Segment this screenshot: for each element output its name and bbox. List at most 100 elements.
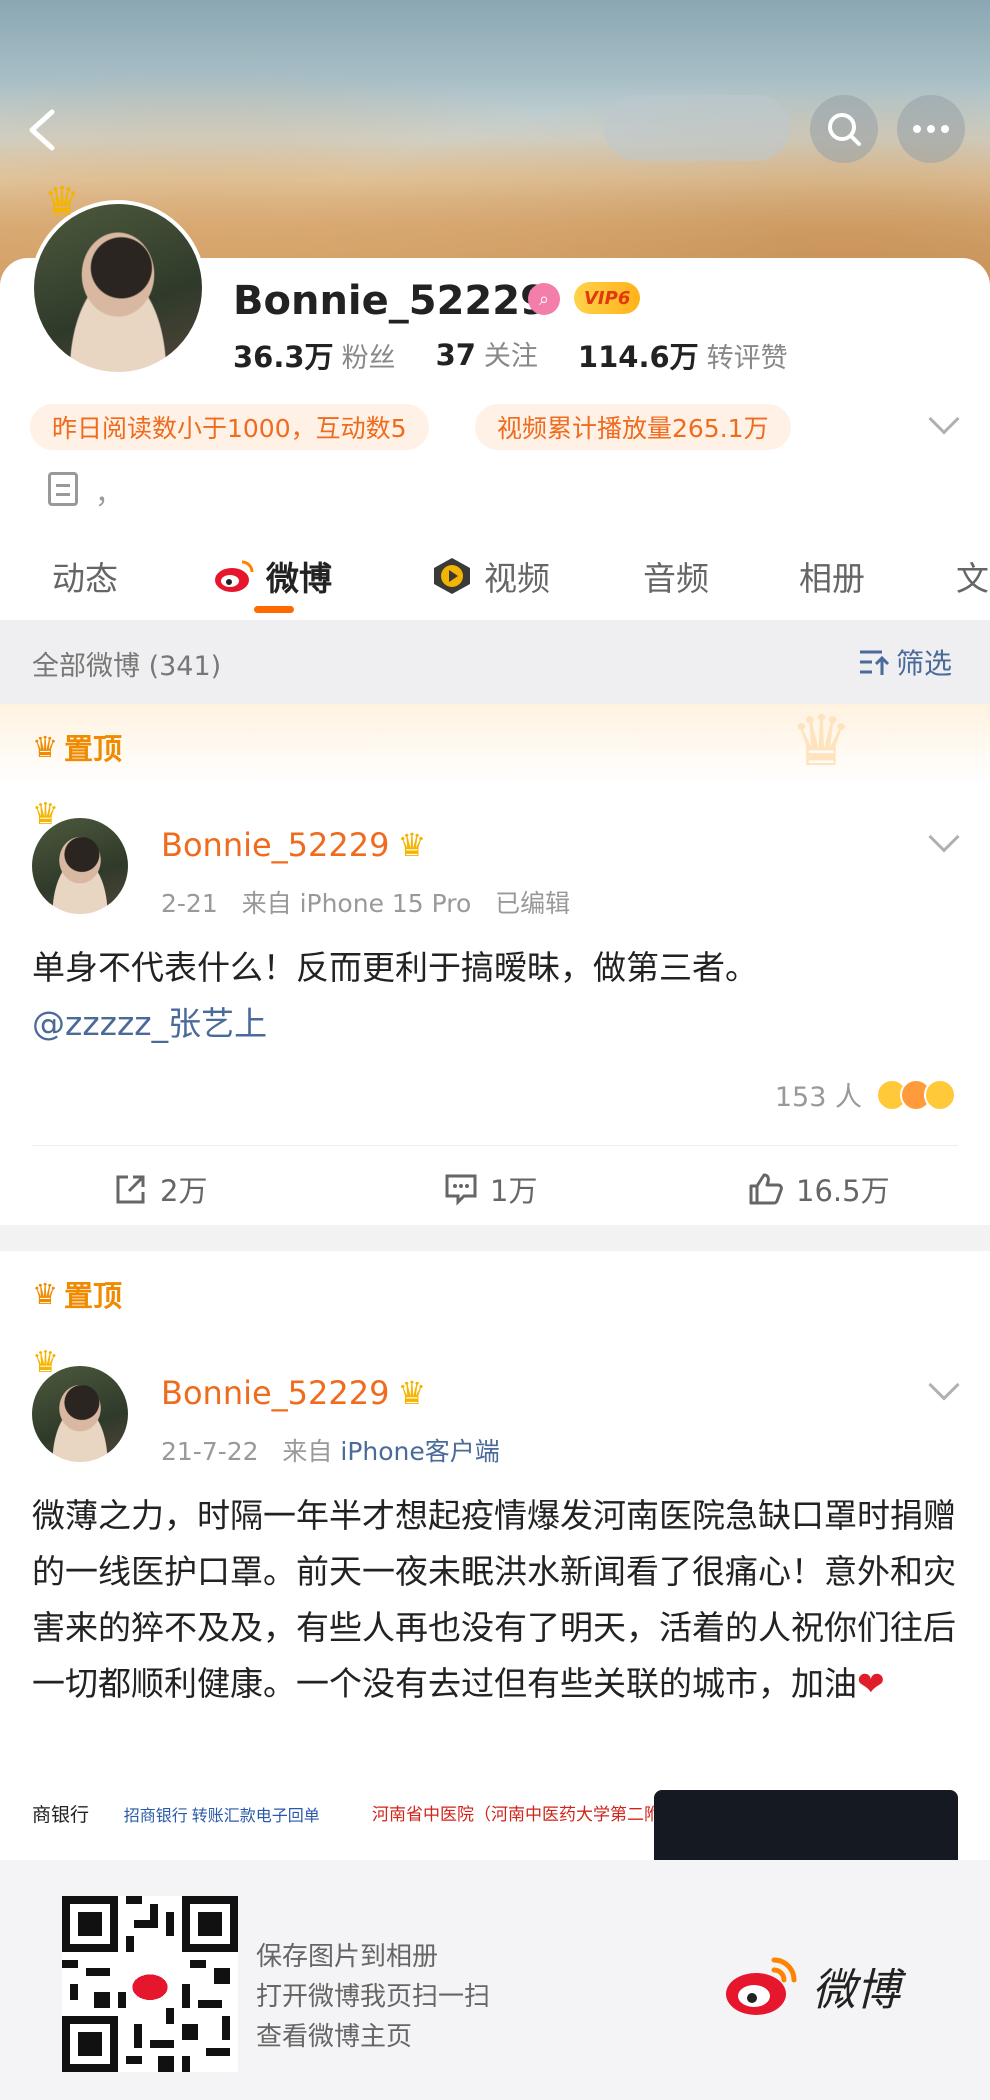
author-name: Bonnie_52229 — [161, 826, 390, 864]
weibo-logo-icon — [726, 1957, 797, 2015]
filter-icon — [860, 650, 890, 675]
emoji-icons — [876, 1078, 956, 1111]
more-icon[interactable] — [897, 95, 965, 163]
following-count: 37 — [435, 338, 476, 372]
tab-label: 视频 — [484, 559, 550, 598]
vip-label: VIP6 — [584, 287, 631, 309]
reaction-count: 153 人 — [774, 1082, 862, 1113]
crown-icon: ♛ — [44, 179, 80, 225]
pinned-label: ♛ 置顶 — [32, 1273, 122, 1315]
like-button[interactable]: 16.5万 — [748, 1168, 890, 1210]
post-images: 商银行 招商银行 转账汇款电子回单 河南省中医院（河南中医药大学第二附属医院） — [32, 1790, 958, 1860]
followers-label: 粉丝 — [341, 343, 396, 374]
following-stat[interactable]: 37 关注 — [436, 334, 538, 376]
surprise-emoji-icon — [924, 1078, 956, 1111]
post-text: 微薄之力，时隔一年半才想起疫情爆发河南医院急缺口罩时捐赠的一线医护口罩。前天一夜… — [32, 1488, 962, 1712]
crown-icon: ♛ — [32, 797, 59, 832]
qr-instruction-home: 查看微博主页 — [256, 2022, 413, 2052]
pinned-bar: ♛ 置顶 ♛ — [0, 704, 990, 784]
crown-icon: ♛ — [32, 1345, 59, 1380]
tab-label: 文 — [956, 559, 989, 598]
pinned-text: 置顶 — [64, 1279, 123, 1313]
tab-label: 微博 — [266, 559, 332, 598]
heart-icon: ❤ — [857, 1664, 885, 1703]
post-author[interactable]: Bonnie_52229 ♛ — [161, 826, 426, 864]
crown-icon: ♛ — [32, 1277, 58, 1311]
post-meta: 2-21 来自 iPhone 15 Pro 已编辑 — [161, 884, 570, 920]
post-date: 2-21 — [161, 889, 218, 918]
back-icon[interactable] — [22, 100, 62, 160]
followers-count: 36.3万 — [233, 340, 334, 374]
qr-instruction-scan: 打开微博我页扫一扫 — [256, 1982, 491, 2012]
tab-weibo[interactable]: 微博 — [212, 552, 332, 600]
post-image-bank[interactable]: 商银行 招商银行 转账汇款电子回单 — [32, 1800, 352, 1860]
post-avatar[interactable] — [32, 1366, 128, 1462]
following-label: 关注 — [483, 341, 538, 372]
post-date: 21-7-22 — [161, 1437, 259, 1466]
tab-label: 音频 — [643, 559, 709, 598]
like-count: 16.5万 — [796, 1174, 890, 1208]
post-body: 单身不代表什么！反而更利于搞暧昧，做第三者。 — [32, 948, 758, 987]
interactions-label: 转评赞 — [706, 343, 788, 374]
pinned-text: 置顶 — [64, 732, 123, 766]
document-icon — [48, 472, 78, 506]
comment-icon — [445, 1174, 477, 1206]
crown-icon: ♛ — [32, 730, 58, 764]
profile-username: Bonnie_52229 — [233, 278, 548, 324]
crown-watermark-icon: ♛ — [790, 700, 853, 782]
author-name: Bonnie_52229 — [161, 1374, 390, 1412]
repost-icon — [116, 1175, 145, 1204]
tab-album[interactable]: 相册 — [799, 552, 865, 600]
tab-dynamic[interactable]: 动态 — [52, 552, 118, 600]
repost-button[interactable]: 2万 — [114, 1168, 207, 1210]
qr-instruction-save: 保存图片到相册 — [256, 1942, 439, 1972]
post-source[interactable]: iPhone客户端 — [340, 1437, 499, 1466]
filter-label: 筛选 — [896, 647, 953, 680]
post-avatar[interactable] — [32, 818, 128, 914]
filter-button[interactable]: 筛选 — [858, 642, 952, 682]
profile-tag-reads[interactable]: 昨日阅读数小于1000，互动数5 — [30, 404, 429, 450]
post-author[interactable]: Bonnie_52229 ♛ — [161, 1374, 426, 1412]
tab-article[interactable]: 文 — [956, 552, 989, 600]
tab-label: 相册 — [799, 559, 865, 598]
source-prefix: 来自 — [282, 1437, 333, 1466]
post-body: 微薄之力，时隔一年半才想起疫情爆发河南医院急缺口罩时捐赠的一线医护口罩。前天一夜… — [32, 1496, 956, 1703]
profile-avatar[interactable] — [30, 200, 206, 376]
verified-icon[interactable]: ⌕ — [528, 283, 560, 315]
reaction-summary[interactable]: 153 人 — [775, 1075, 956, 1114]
pinned-label: ♛ 置顶 — [32, 726, 122, 768]
source-prefix: 来自 — [241, 889, 292, 918]
weibo-icon — [215, 560, 254, 592]
interactions-stat[interactable]: 114.6万 转评赞 — [578, 334, 788, 376]
profile-bio: ， — [95, 477, 124, 510]
weibo-logo: 微博 — [722, 1954, 900, 2018]
bank-receipt: 招商银行 转账汇款电子回单 — [123, 1808, 320, 1825]
interactions-count: 114.6万 — [577, 340, 699, 374]
edited-label: 已编辑 — [495, 889, 571, 918]
weibo-logo-text: 微博 — [812, 1965, 900, 2016]
followers-stat[interactable]: 36.3万 粉丝 — [233, 334, 396, 376]
vip-crown-icon: ♛ — [397, 1374, 427, 1412]
vip-crown-icon: ♛ — [397, 826, 427, 864]
tab-audio[interactable]: 音频 — [643, 552, 709, 600]
qr-code[interactable] — [62, 1896, 238, 2072]
search-icon[interactable] — [810, 95, 878, 163]
post-meta: 21-7-22 来自 iPhone客户端 — [161, 1432, 500, 1468]
post-source: iPhone 15 Pro — [299, 889, 472, 918]
list-title: 全部微博 (341) — [32, 651, 222, 682]
post-text: 单身不代表什么！反而更利于搞暧昧，做第三者。 @zzzzz_张艺上 — [32, 940, 962, 1052]
profile-stats: 36.3万 粉丝 37 关注 114.6万 转评赞 — [233, 334, 788, 376]
share-qr-panel: 保存图片到相册 打开微博我页扫一扫 查看微博主页 微博 — [0, 1860, 990, 2100]
post-mention[interactable]: @zzzzz_张艺上 — [32, 996, 962, 1052]
repost-count: 2万 — [160, 1174, 208, 1208]
post-image-hospital[interactable]: 河南省中医院（河南中医药大学第二附属医院） — [372, 1800, 729, 1860]
post-separator — [0, 1225, 990, 1251]
list-header: 全部微博 (341) 筛选 — [0, 620, 990, 704]
profile-tag-video[interactable]: 视频累计播放量265.1万 — [475, 404, 791, 450]
tab-video[interactable]: 视频 — [430, 552, 550, 600]
post-image-dark[interactable] — [654, 1790, 958, 1860]
tab-active-indicator — [254, 606, 294, 613]
vip-badge[interactable]: VIP6 — [574, 282, 641, 314]
comment-button[interactable]: 1万 — [444, 1168, 537, 1210]
banner-pill[interactable] — [604, 95, 790, 161]
